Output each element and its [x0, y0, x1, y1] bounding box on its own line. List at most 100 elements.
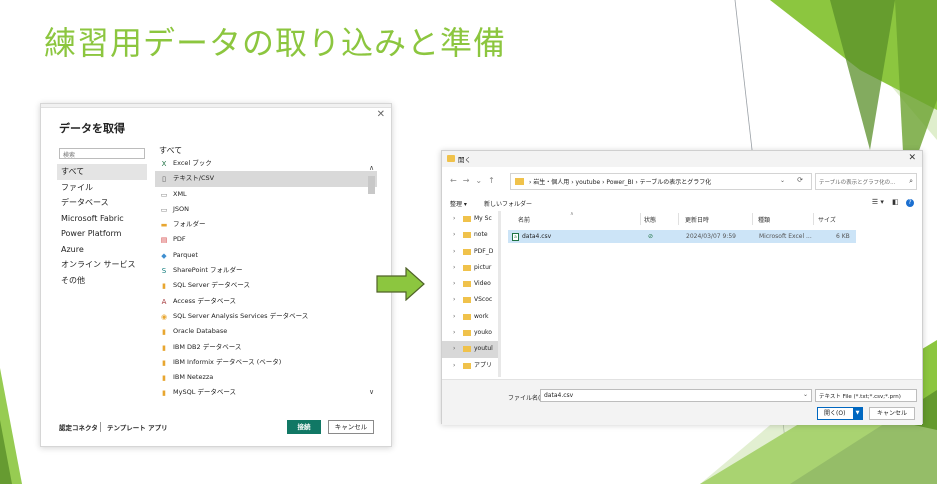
search-input[interactable]: テーブルの表示とグラフ化の... ⌕ [815, 173, 917, 190]
chevron-right-icon[interactable]: › [453, 260, 455, 276]
new-folder-button[interactable]: 新しいフォルダー [484, 199, 532, 208]
connector-item[interactable]: ▮ IBM Informix データベース (ベータ) [155, 355, 377, 370]
search-icon[interactable]: ⌕ [909, 177, 913, 186]
category-item[interactable]: すべて [57, 164, 147, 180]
close-icon[interactable]: ✕ [377, 109, 385, 120]
tree-item[interactable]: › work [442, 309, 498, 325]
column-divider [752, 213, 753, 225]
connector-item[interactable]: ▭ JSON [155, 202, 377, 217]
folder-icon [463, 330, 471, 337]
chevron-right-icon[interactable]: › [453, 244, 455, 260]
category-item[interactable]: Power Platform [57, 226, 147, 242]
folder-icon [463, 216, 471, 222]
connector-item[interactable]: ◉ SQL Server Analysis Services データベース [155, 309, 377, 324]
tree-item[interactable]: › youtul [442, 341, 498, 358]
open-button[interactable]: 開く(O) ▼ [817, 407, 863, 420]
column-header-name[interactable]: 名前 [518, 215, 530, 224]
tree-item[interactable]: › pictur [442, 260, 498, 276]
tree-item[interactable]: › My Sc [442, 211, 498, 227]
connector-item[interactable]: ▯ テキスト/CSV [155, 171, 377, 187]
forward-arrow-icon[interactable]: → [463, 176, 476, 185]
column-header-type[interactable]: 種類 [758, 215, 770, 224]
organize-button[interactable]: 整理 ▾ [450, 199, 467, 208]
tree-item[interactable]: › PDF_D [442, 244, 498, 260]
chevron-right-icon[interactable]: › [453, 325, 455, 341]
tree-item[interactable]: › youko [442, 325, 498, 341]
tree-item[interactable]: › Video [442, 276, 498, 292]
scroll-thumb[interactable] [368, 176, 375, 194]
chevron-right-icon[interactable]: › [453, 211, 455, 227]
connector-label: フォルダー [173, 220, 206, 229]
column-header-modified[interactable]: 更新日時 [685, 215, 709, 224]
chevron-down-icon[interactable]: ⌄ [803, 391, 808, 398]
filename-input[interactable]: data4.csv ⌄ [540, 389, 812, 402]
template-apps-link[interactable]: テンプレート アプリ [107, 422, 168, 432]
up-arrow-icon[interactable]: ↑ [488, 176, 501, 185]
view-options: ☰ ▾ ◧ ? [872, 198, 914, 207]
list-scrollbar[interactable]: ∧ ∨ [367, 156, 376, 402]
connect-button[interactable]: 接続 [287, 420, 321, 434]
open-dropdown-icon[interactable]: ▼ [853, 408, 862, 419]
connector-item[interactable]: ▭ XML [155, 187, 377, 202]
category-item[interactable]: その他 [57, 273, 147, 289]
view-mode-icon[interactable]: ☰ ▾ [872, 198, 884, 206]
connector-item[interactable]: ▮ SQL Server データベース [155, 278, 377, 293]
column-header-size[interactable]: サイズ [818, 215, 836, 224]
category-item[interactable]: オンライン サービス [57, 257, 147, 273]
file-modified: 2024/03/07 9:59 [686, 233, 736, 240]
chevron-down-icon[interactable]: ⌄ [780, 177, 785, 184]
filetype-select[interactable]: テキスト File (*.txt;*.csv;*.prn) [815, 389, 917, 402]
connector-item[interactable]: ▤ PDF [155, 232, 377, 247]
chevron-right-icon[interactable]: › [453, 292, 455, 308]
connector-item[interactable]: ▮ IBM Netezza [155, 370, 377, 385]
cancel-button[interactable]: キャンセル [328, 420, 374, 434]
ribbon-strip [41, 104, 391, 108]
cancel-button[interactable]: キャンセル [869, 407, 915, 420]
refresh-icon[interactable]: ⟳ [797, 176, 803, 184]
column-header-status[interactable]: 状態 [644, 215, 656, 224]
xml-icon: ▭ [160, 190, 168, 199]
chevron-right-icon[interactable]: › [453, 358, 455, 374]
connector-label: Parquet [173, 250, 198, 259]
back-arrow-icon[interactable]: ← [450, 176, 463, 185]
right-arrow-icon [376, 267, 425, 301]
connector-item[interactable]: S SharePoint フォルダー [155, 263, 377, 278]
connector-item[interactable]: ▮ Oracle Database [155, 324, 377, 339]
connector-item[interactable]: A Access データベース [155, 294, 377, 309]
category-item[interactable]: データベース [57, 195, 147, 211]
scroll-up-icon[interactable]: ∧ [367, 164, 376, 172]
connector-item[interactable]: ▬ フォルダー [155, 217, 377, 232]
preview-pane-icon[interactable]: ◧ [892, 198, 899, 206]
access-icon: A [161, 297, 167, 306]
search-input[interactable]: 検索 [59, 148, 145, 159]
category-item[interactable]: Microsoft Fabric [57, 211, 147, 227]
certified-connectors-link[interactable]: 認定コネクタ [59, 422, 98, 432]
folder-icon [447, 155, 455, 162]
recent-chevron-icon[interactable]: ⌄ [475, 176, 488, 185]
category-item[interactable]: Azure [57, 242, 147, 258]
sync-status-icon: ⊘ [648, 233, 654, 240]
chevron-right-icon[interactable]: › [453, 309, 455, 325]
tree-item[interactable]: › note [442, 227, 498, 243]
tree-item[interactable]: › VScoc [442, 292, 498, 308]
connector-item[interactable]: ◆ Parquet [155, 248, 377, 263]
scroll-down-icon[interactable]: ∨ [367, 388, 376, 396]
tree-item[interactable]: › アプリ [442, 358, 498, 374]
database-icon: ▮ [162, 343, 166, 352]
help-icon[interactable]: ? [906, 199, 914, 207]
close-icon[interactable]: ✕ [908, 153, 916, 163]
chevron-right-icon[interactable]: › [453, 276, 455, 292]
chevron-right-icon[interactable]: › [453, 341, 455, 357]
category-item[interactable]: ファイル [57, 180, 147, 196]
breadcrumb[interactable]: › 岩生・個人用 › youtube › Power_BI › テーブルの表示と… [529, 177, 711, 186]
chevron-right-icon[interactable]: › [453, 227, 455, 243]
connector-item[interactable]: ▮ IBM DB2 データベース [155, 340, 377, 355]
sharepoint-icon: S [161, 267, 167, 276]
tree-scrollbar[interactable] [498, 211, 501, 377]
connector-item[interactable]: X Excel ブック [155, 156, 377, 171]
connector-label: Oracle Database [173, 327, 228, 336]
tree-item-label: note [474, 231, 488, 239]
file-row[interactable]: a data4.csv ⊘ 2024/03/07 9:59 Microsoft … [508, 230, 856, 243]
connector-item[interactable]: ▮ MySQL データベース [155, 385, 377, 400]
address-bar[interactable]: › 岩生・個人用 › youtube › Power_BI › テーブルの表示と… [510, 173, 812, 190]
